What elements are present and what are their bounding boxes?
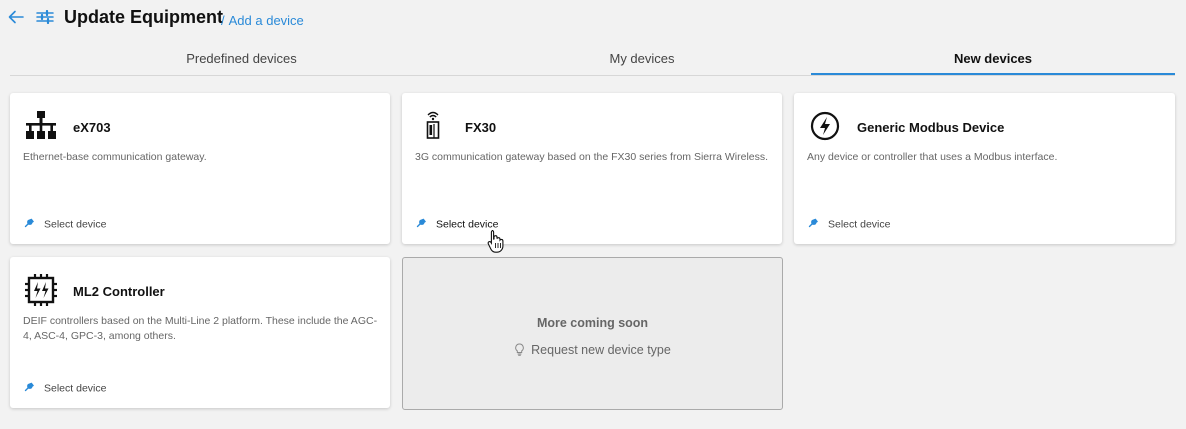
select-device-label: Select device xyxy=(44,218,107,231)
breadcrumb-separator: / xyxy=(221,13,225,28)
coming-soon-title: More coming soon xyxy=(536,316,649,330)
tab-new-devices[interactable]: New devices xyxy=(811,46,1175,75)
device-card-generic-modbus[interactable]: Generic Modbus Device Any device or cont… xyxy=(794,93,1175,244)
device-card-ml2-controller[interactable]: ML2 Controller DEIF controllers based on… xyxy=(10,257,390,408)
device-tabs: Predefined devices My devices New device… xyxy=(10,46,1175,76)
wrench-icon xyxy=(416,218,428,231)
lightning-circle-icon xyxy=(808,109,842,143)
coming-soon-card: More coming soon Request new device type xyxy=(402,257,783,410)
tab-my-devices[interactable]: My devices xyxy=(410,46,874,74)
hand-cursor-icon xyxy=(487,229,505,253)
card-title: FX30 xyxy=(465,120,497,135)
breadcrumb-label[interactable]: Add a device xyxy=(229,13,304,28)
select-device-button[interactable]: Select device xyxy=(808,218,890,231)
page-title: Update Equipment xyxy=(64,7,224,27)
select-device-button[interactable]: Select device xyxy=(24,382,106,395)
wireless-gateway-icon xyxy=(416,109,450,143)
card-description: 3G communication gateway based on the FX… xyxy=(415,151,769,163)
wrench-icon xyxy=(808,218,820,231)
card-title: Generic Modbus Device xyxy=(857,120,1005,135)
card-title: eX703 xyxy=(73,120,111,135)
network-icon xyxy=(24,109,58,143)
page-header: Update Equipment / Add a device xyxy=(0,0,1186,40)
sliders-icon xyxy=(36,9,54,26)
card-description: DEIF controllers based on the Multi-Line… xyxy=(23,315,378,342)
card-description: Any device or controller that uses a Mod… xyxy=(807,151,1058,163)
request-device-type-link[interactable]: Request new device type xyxy=(403,343,782,357)
select-device-button[interactable]: Select device xyxy=(24,218,106,231)
request-device-type-label: Request new device type xyxy=(531,343,671,357)
device-card-ex703[interactable]: eX703 Ethernet-base communication gatewa… xyxy=(10,93,390,244)
device-card-fx30[interactable]: FX30 3G communication gateway based on t… xyxy=(402,93,782,244)
tab-predefined-devices[interactable]: Predefined devices xyxy=(10,46,473,74)
wrench-icon xyxy=(24,382,36,395)
card-title: ML2 Controller xyxy=(73,284,165,299)
controller-icon xyxy=(24,273,58,307)
select-device-label: Select device xyxy=(828,218,891,231)
select-device-label: Select device xyxy=(44,382,107,395)
card-description: Ethernet-base communication gateway. xyxy=(23,151,207,163)
wrench-icon xyxy=(24,218,36,231)
breadcrumb[interactable]: / Add a device xyxy=(221,13,304,28)
back-arrow-icon[interactable] xyxy=(8,10,26,26)
lightbulb-icon xyxy=(515,343,524,356)
